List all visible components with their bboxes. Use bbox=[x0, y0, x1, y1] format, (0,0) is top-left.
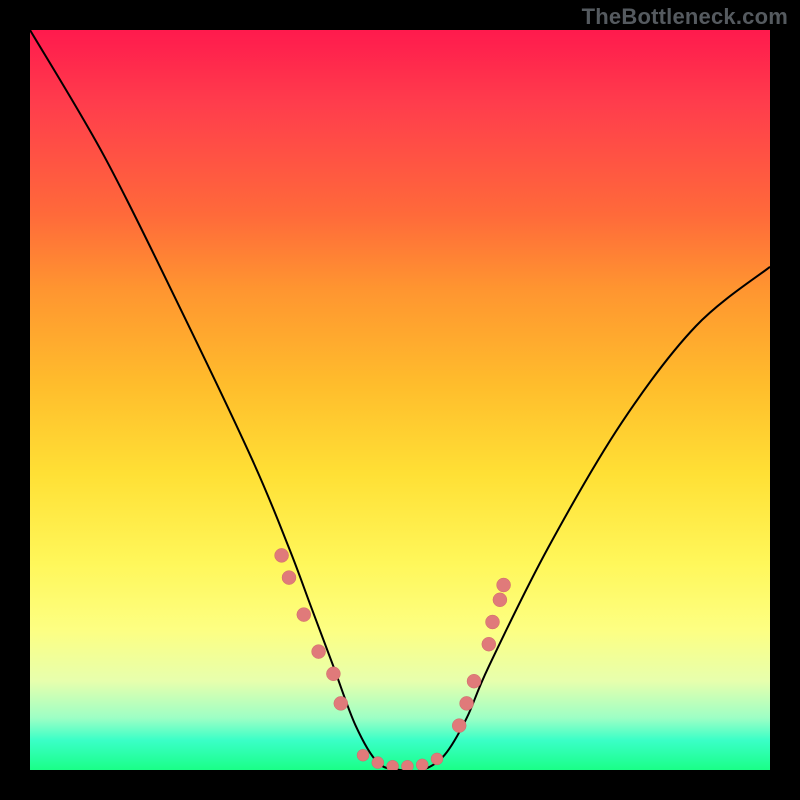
marker-dot bbox=[312, 645, 326, 659]
marker-dot bbox=[326, 667, 340, 681]
chart-svg bbox=[30, 30, 770, 770]
plot-area bbox=[30, 30, 770, 770]
marker-dot bbox=[282, 571, 296, 585]
marker-dot bbox=[467, 674, 481, 688]
marker-dot bbox=[486, 615, 500, 629]
marker-dot bbox=[460, 696, 474, 710]
marker-dot bbox=[372, 757, 384, 769]
marker-dot bbox=[401, 760, 413, 770]
marker-dot bbox=[482, 637, 496, 651]
marker-dots bbox=[275, 548, 511, 770]
marker-dot bbox=[416, 759, 428, 770]
marker-dot bbox=[275, 548, 289, 562]
marker-dot bbox=[334, 696, 348, 710]
marker-dot bbox=[497, 578, 511, 592]
watermark-text: TheBottleneck.com bbox=[582, 4, 788, 30]
marker-dot bbox=[387, 760, 399, 770]
marker-dot bbox=[431, 753, 443, 765]
marker-dot bbox=[452, 719, 466, 733]
marker-dot bbox=[493, 593, 507, 607]
marker-dot bbox=[297, 608, 311, 622]
bottleneck-curve bbox=[30, 30, 770, 770]
marker-dot bbox=[357, 749, 369, 761]
